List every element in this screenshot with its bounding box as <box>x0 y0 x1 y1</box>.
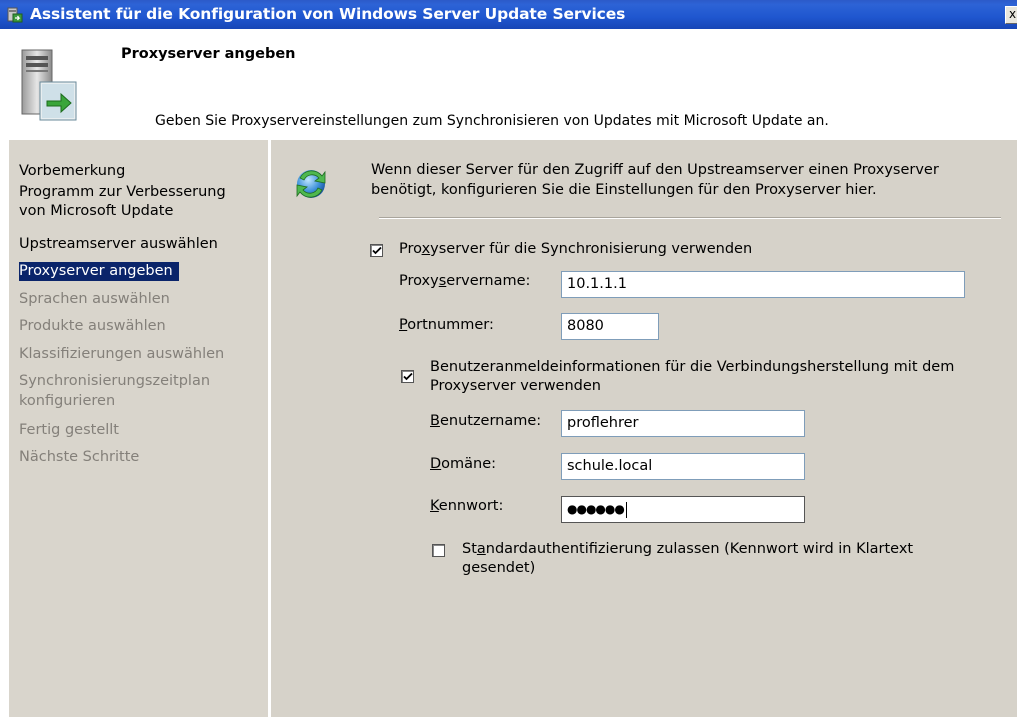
use-credentials-label-line1[interactable]: Benutzeranmeldeinformationen für die Ver… <box>430 359 954 375</box>
proxy-name-label: Proxyservername: <box>399 273 531 289</box>
nav-item-naechste-schritte: Nächste Schritte <box>19 449 140 465</box>
server-update-icon <box>20 48 80 122</box>
page-title: Proxyserver angeben <box>121 46 296 62</box>
basic-auth-label-line1[interactable]: Standardauthentifizierung zulassen (Kenn… <box>462 541 913 557</box>
window-left-border <box>0 140 9 717</box>
separator-line <box>379 217 1001 219</box>
close-button[interactable]: x <box>1005 6 1017 24</box>
nav-item-sprachen: Sprachen auswählen <box>19 291 170 307</box>
wizard-navigation-pane: Vorbemerkung Programm zur Verbesserung v… <box>9 140 268 717</box>
intro-text-line1: Wenn dieser Server für den Zugriff auf d… <box>371 162 939 178</box>
page-subtitle: Geben Sie Proxyservereinstellungen zum S… <box>155 113 829 129</box>
nav-item-fertig-gestellt: Fertig gestellt <box>19 422 119 438</box>
nav-item-proxyserver[interactable]: Proxyserver angeben <box>19 262 179 281</box>
username-label: Benutzername: <box>430 413 542 429</box>
intro-text-line2: benötigt, konfigurieren Sie die Einstell… <box>371 182 877 198</box>
nav-item-programm-verbesserung-line2[interactable]: von Microsoft Update <box>19 202 173 221</box>
use-proxy-checkbox[interactable] <box>370 244 383 257</box>
domain-input[interactable]: schule.local <box>561 453 805 480</box>
basic-auth-checkbox[interactable] <box>432 544 445 557</box>
proxy-name-input[interactable]: 10.1.1.1 <box>561 271 965 298</box>
window-title: Assistent für die Konfiguration von Wind… <box>30 5 626 23</box>
username-input[interactable]: proflehrer <box>561 410 805 437</box>
basic-auth-label-line2[interactable]: gesendet) <box>462 560 535 576</box>
port-label: Portnummer: <box>399 317 494 333</box>
nav-item-klassifizierungen: Klassifizierungen auswählen <box>19 346 225 362</box>
sync-icon <box>294 164 328 204</box>
nav-item-upstreamserver[interactable]: Upstreamserver auswählen <box>19 235 218 254</box>
nav-item-produkte: Produkte auswählen <box>19 318 166 334</box>
password-input[interactable]: ●●●●●● <box>561 496 805 523</box>
wizard-content: Wenn dieser Server für den Zugriff auf d… <box>271 140 1017 717</box>
use-proxy-label[interactable]: Proxyserver für die Synchronisierung ver… <box>399 241 752 257</box>
title-bar[interactable]: Assistent für die Konfiguration von Wind… <box>0 0 1017 29</box>
password-label: Kennwort: <box>430 498 504 514</box>
wizard-header: Proxyserver angeben Geben Sie Proxyserve… <box>0 29 1017 140</box>
domain-label: Domäne: <box>430 456 497 472</box>
use-credentials-label-line2[interactable]: Proxyserver verwenden <box>430 378 601 394</box>
wsus-app-icon <box>7 7 23 23</box>
text-cursor <box>625 501 627 518</box>
password-value: ●●●●●● <box>567 502 625 516</box>
port-input[interactable]: 8080 <box>561 313 659 340</box>
nav-item-synchronisierungszeitplan: Synchronisierungszeitplan <box>19 373 211 389</box>
nav-item-synchronisierungszeitplan-line2: konfigurieren <box>19 393 116 409</box>
nav-item-vorbemerkung[interactable]: Vorbemerkung <box>19 162 125 181</box>
nav-item-programm-verbesserung[interactable]: Programm zur Verbesserung <box>19 183 226 202</box>
use-credentials-checkbox[interactable] <box>401 370 414 383</box>
